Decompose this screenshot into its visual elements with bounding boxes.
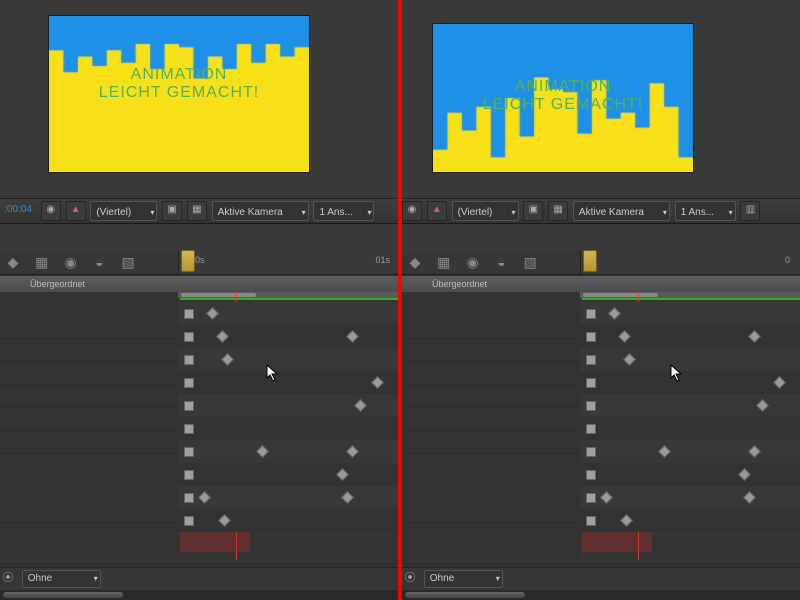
- cti-handle-right[interactable]: [583, 250, 597, 272]
- timeline-right: ◆ ▦ ◉ ◒ ▧ 0 Übergeordnet ⦿ Ohne: [402, 250, 800, 600]
- tag-icon[interactable]: ◆: [3, 252, 23, 272]
- brainstorm-icon[interactable]: ◒: [491, 252, 511, 272]
- keyframe[interactable]: [586, 470, 596, 480]
- scrollbar-thumb[interactable]: [405, 592, 525, 598]
- comp-icon[interactable]: ▦: [434, 252, 454, 272]
- mouse-cursor-right: [670, 364, 684, 384]
- timeline-scrollbar-right[interactable]: [402, 590, 800, 600]
- views-dropdown-left[interactable]: 1 Ans...: [313, 201, 374, 221]
- keyframe[interactable]: [184, 332, 194, 342]
- timeline-scrollbar-left[interactable]: [0, 590, 398, 600]
- tracks-left: [0, 292, 179, 560]
- graph-icon[interactable]: ▧: [520, 252, 540, 272]
- timeline-icons-right: ◆ ▦ ◉ ◒ ▧ 0: [402, 250, 800, 275]
- left-panel: ANIMATIONLEICHT GEMACHT! :00:04 ◉ ▲ (Vie…: [0, 0, 398, 600]
- right-panel: ANIMATIONLEICHT GEMACHT! ◉ ▲ (Viertel) ▣…: [402, 0, 800, 600]
- preview-toolbar-right: ◉ ▲ (Viertel) ▣ ▦ Aktive Kamera 1 Ans...…: [402, 198, 800, 224]
- keyframe[interactable]: [184, 309, 194, 319]
- keyframe[interactable]: [184, 447, 194, 457]
- column-header-right: Übergeordnet: [402, 276, 800, 293]
- keyframe[interactable]: [184, 470, 194, 480]
- timecode-left[interactable]: :00:04: [0, 199, 36, 221]
- comp-icon[interactable]: ▦: [32, 252, 52, 272]
- ruler-label-01s: 01s: [375, 255, 390, 265]
- timeline-bottom-right: ⦿ Ohne: [402, 567, 800, 590]
- keyframe-area-left[interactable]: [178, 292, 398, 560]
- toggle-switch-icon[interactable]: ⦿: [0, 569, 16, 585]
- parent-column-label: Übergeordnet: [30, 276, 85, 292]
- timeline-icons-left: ◆ ▦ ◉ ◒ ▧ 0s 01s: [0, 250, 398, 275]
- transparent-icon[interactable]: ▦: [187, 201, 207, 221]
- keyframe[interactable]: [586, 401, 596, 411]
- keyframe[interactable]: [184, 355, 194, 365]
- tag-icon[interactable]: ◆: [405, 252, 425, 272]
- parent-column-label: Übergeordnet: [432, 276, 487, 292]
- toggle-switch-icon[interactable]: ⦿: [402, 569, 418, 585]
- time-ruler-right[interactable]: 0: [580, 250, 800, 274]
- fullres-icon[interactable]: ▣: [523, 201, 543, 221]
- time-ruler-left[interactable]: 0s 01s: [178, 250, 398, 274]
- channel-icon[interactable]: ▲: [66, 201, 86, 221]
- views-dropdown-right[interactable]: 1 Ans...: [675, 201, 736, 221]
- graph-icon[interactable]: ▧: [118, 252, 138, 272]
- keyframe[interactable]: [586, 309, 596, 319]
- preview-toolbar-left: :00:04 ◉ ▲ (Viertel) ▣ ▦ Aktive Kamera 1…: [0, 198, 398, 224]
- column-header-left: Übergeordnet: [0, 276, 398, 293]
- scrollbar-thumb[interactable]: [3, 592, 123, 598]
- preview-right[interactable]: ANIMATIONLEICHT GEMACHT!: [432, 23, 694, 173]
- transparent-icon[interactable]: ▦: [548, 201, 568, 221]
- resolution-dropdown-left[interactable]: (Viertel): [90, 201, 157, 221]
- cti-handle-left[interactable]: [181, 250, 195, 272]
- camera-dropdown-left[interactable]: Aktive Kamera: [212, 201, 309, 221]
- split-divider: [398, 0, 402, 600]
- resolution-dropdown-right[interactable]: (Viertel): [452, 201, 519, 221]
- ruler-label-0s: 0s: [195, 255, 205, 265]
- keyframe[interactable]: [184, 378, 194, 388]
- preview-text-right: ANIMATIONLEICHT GEMACHT!: [433, 78, 693, 114]
- snapshot-icon[interactable]: ◉: [41, 201, 61, 221]
- ruler-label-end: 0: [785, 255, 790, 265]
- camera-dropdown-right[interactable]: Aktive Kamera: [573, 201, 670, 221]
- keyframe[interactable]: [586, 516, 596, 526]
- channel-icon[interactable]: ▲: [427, 201, 447, 221]
- keyframe[interactable]: [586, 378, 596, 388]
- snapshot-icon[interactable]: ◉: [402, 201, 422, 221]
- motion-blur-icon[interactable]: ◉: [61, 252, 81, 272]
- keyframe[interactable]: [586, 493, 596, 503]
- keyframe[interactable]: [184, 401, 194, 411]
- timeline-bottom-left: ⦿ Ohne: [0, 567, 398, 590]
- motion-blur-icon[interactable]: ◉: [463, 252, 483, 272]
- keyframe[interactable]: [184, 493, 194, 503]
- tracks-right: [402, 292, 581, 560]
- brainstorm-icon[interactable]: ◒: [89, 252, 109, 272]
- keyframe[interactable]: [184, 424, 194, 434]
- keyframe[interactable]: [586, 332, 596, 342]
- keyframe-area-right[interactable]: [580, 292, 800, 560]
- keyframe[interactable]: [586, 355, 596, 365]
- timeline-left: ◆ ▦ ◉ ◒ ▧ 0s 01s Übergeordnet ⦿ Ohne: [0, 250, 398, 600]
- fullres-icon[interactable]: ▣: [162, 201, 182, 221]
- preview-text-left: ANIMATIONLEICHT GEMACHT!: [49, 66, 309, 102]
- keyframe[interactable]: [586, 424, 596, 434]
- keyframe[interactable]: [586, 447, 596, 457]
- grid-icon[interactable]: ▥: [740, 201, 760, 221]
- mouse-cursor-left: [266, 364, 280, 384]
- keyframe[interactable]: [184, 516, 194, 526]
- blend-dropdown-left[interactable]: Ohne: [22, 570, 101, 588]
- preview-left[interactable]: ANIMATIONLEICHT GEMACHT!: [48, 15, 310, 173]
- blend-dropdown-right[interactable]: Ohne: [424, 570, 503, 588]
